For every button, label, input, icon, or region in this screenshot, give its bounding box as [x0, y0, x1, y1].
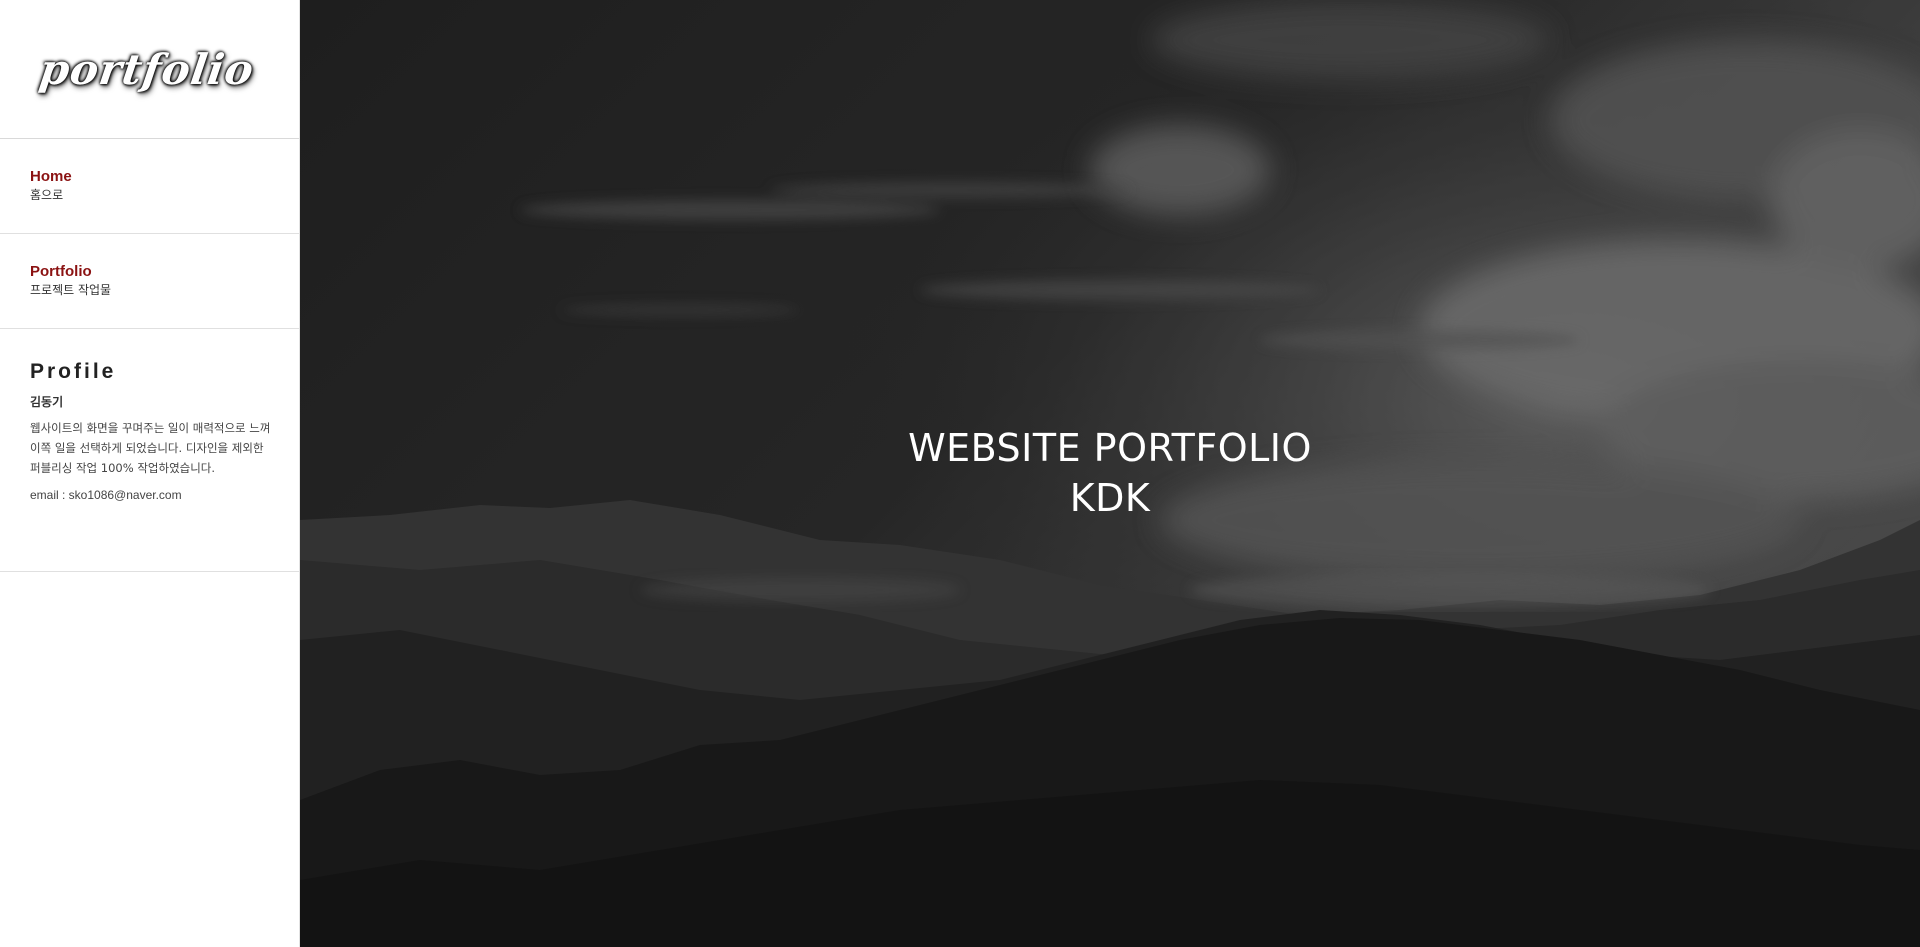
profile-name: 김동기 — [30, 395, 64, 409]
logo[interactable]: portfolio — [36, 45, 257, 94]
profile-description: 웹사이트의 화면을 꾸며주는 일이 매력적으로 느껴 이쪽 일을 선택하게 되었… — [30, 421, 271, 475]
profile-email: email : sko1086@naver.com — [30, 488, 182, 502]
nav-item-home[interactable]: Home 홈으로 — [0, 139, 299, 234]
nav-portfolio-subtitle: 프로젝트 작업물 — [30, 283, 112, 297]
nav-item-portfolio[interactable]: Portfolio 프로젝트 작업물 — [0, 234, 299, 329]
profile-heading: Profile — [30, 360, 117, 383]
nav-home-title: Home — [30, 168, 72, 185]
logo-area: portfolio — [0, 0, 299, 139]
page: portfolio Home 홈으로 Portfolio 프로젝트 작업물 Pr… — [0, 0, 1920, 947]
hero-title-line-1: WEBSITE PORTFOLIO — [908, 426, 1312, 470]
sidebar: portfolio Home 홈으로 Portfolio 프로젝트 작업물 Pr… — [0, 0, 300, 947]
hero-section: WEBSITE PORTFOLIO KDK — [300, 0, 1920, 947]
nav-portfolio-title: Portfolio — [30, 263, 92, 280]
hero-title-line-2: KDK — [1069, 476, 1151, 520]
profile-section: Profile 김동기 웹사이트의 화면을 꾸며주는 일이 매력적으로 느껴 이… — [0, 329, 299, 572]
hero-title: WEBSITE PORTFOLIO KDK — [300, 423, 1920, 523]
nav-home-subtitle: 홈으로 — [30, 188, 64, 202]
